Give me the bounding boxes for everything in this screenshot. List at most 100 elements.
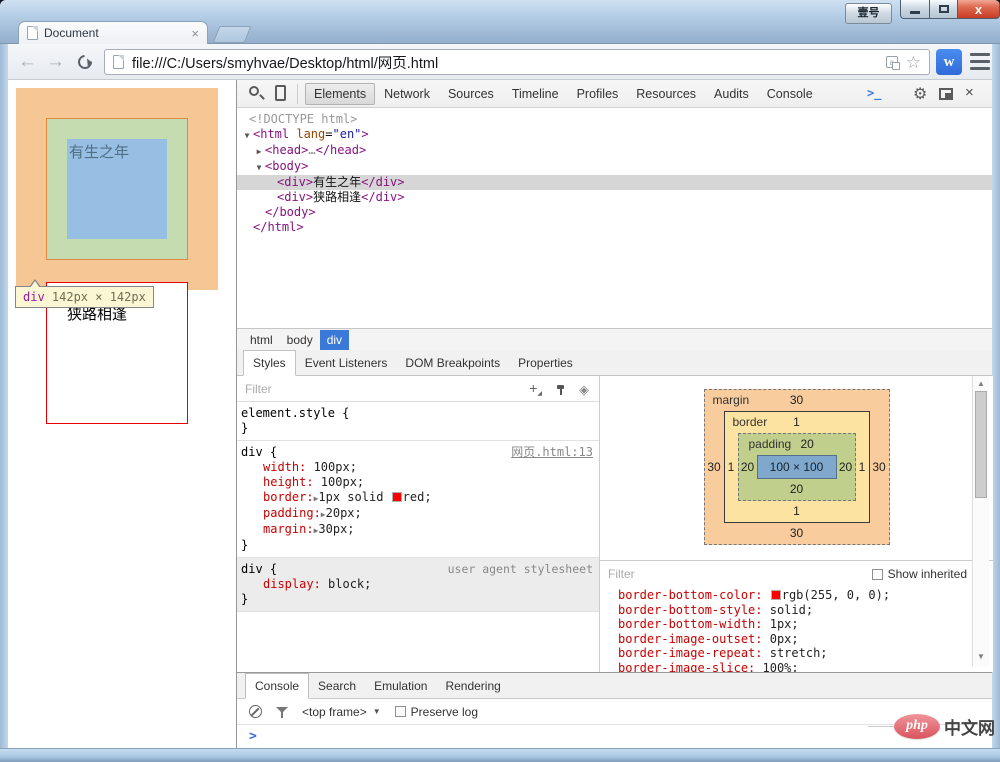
expand-arrow-icon[interactable]: ▼ bbox=[241, 128, 253, 143]
new-tab-button[interactable] bbox=[212, 26, 252, 43]
tab-title: Document bbox=[44, 26, 99, 40]
stylesheet-link[interactable]: 网页.html:13 bbox=[511, 445, 593, 460]
watermark-line bbox=[868, 726, 894, 727]
inspect-padding-highlight: 有生之年 bbox=[46, 118, 188, 260]
back-button[interactable]: ← bbox=[18, 50, 37, 74]
dom-head[interactable]: ▶ <head>…</head> bbox=[237, 143, 992, 159]
expand-arrow-icon[interactable]: ▼ bbox=[253, 160, 265, 175]
computed-prop[interactable]: border-image-slice: 100%; bbox=[618, 661, 993, 673]
address-bar[interactable]: file:///C:/Users/smyhvae/Desktop/html/网页… bbox=[104, 49, 930, 75]
box-model-content[interactable]: 100 × 100 bbox=[756, 455, 837, 479]
frame-selector[interactable]: <top frame> ▼ bbox=[302, 705, 381, 719]
show-inherited-checkbox[interactable] bbox=[871, 568, 883, 580]
preserve-log-checkbox[interactable] bbox=[394, 706, 406, 717]
tab-audits[interactable]: Audits bbox=[705, 83, 758, 105]
box-model-padding[interactable]: padding 20 20 100 × 100 20 20 bbox=[737, 433, 856, 501]
device-mode-icon[interactable] bbox=[275, 85, 286, 101]
reload-button[interactable] bbox=[75, 52, 95, 72]
close-window-button[interactable]: x bbox=[958, 0, 1000, 19]
forward-button[interactable]: → bbox=[46, 50, 65, 74]
css-prop-display[interactable]: display: block; bbox=[241, 577, 593, 592]
drawer-tab-emulation[interactable]: Emulation bbox=[365, 674, 436, 698]
drawer-tab-rendering[interactable]: Rendering bbox=[436, 674, 509, 698]
dom-html-close[interactable]: </html> bbox=[237, 220, 992, 235]
devtools-panel: Elements Network Sources Timeline Profil… bbox=[236, 80, 993, 748]
box-model-margin[interactable]: margin 30 30 border 1 1 padding 20 20 10… bbox=[703, 389, 890, 545]
css-prop-margin[interactable]: margin:▶30px; bbox=[241, 522, 593, 538]
drawer-tab-search[interactable]: Search bbox=[309, 674, 365, 698]
new-style-rule-icon[interactable]: +◢ bbox=[529, 381, 542, 397]
menu-button[interactable] bbox=[970, 53, 990, 70]
dom-div2[interactable]: <div>狭路相逢</div> bbox=[237, 190, 992, 205]
scrollbar-thumb[interactable] bbox=[975, 391, 987, 498]
box-model-border[interactable]: border 1 1 padding 20 20 100 × 100 20 20… bbox=[723, 411, 870, 523]
console-toolbar: <top frame> ▼ Preserve log bbox=[237, 699, 992, 725]
tab-timeline[interactable]: Timeline bbox=[503, 83, 568, 105]
computed-prop[interactable]: border-image-repeat: stretch; bbox=[618, 646, 993, 661]
rule-div-user-agent[interactable]: user agent stylesheet div { display: bloc… bbox=[237, 558, 599, 612]
window-controls: x bbox=[900, 0, 1000, 19]
tab-event-listeners[interactable]: Event Listeners bbox=[296, 351, 397, 375]
profile-button[interactable]: 壹号 bbox=[845, 3, 892, 24]
tab-elements[interactable]: Elements bbox=[305, 83, 376, 105]
inspect-element-icon[interactable] bbox=[249, 86, 259, 96]
tab-profiles[interactable]: Profiles bbox=[568, 83, 628, 105]
filter-funnel-icon[interactable] bbox=[276, 706, 288, 718]
computed-prop[interactable]: border-image-outset: 0px; bbox=[618, 632, 993, 647]
translate-icon[interactable]: a bbox=[885, 56, 900, 70]
dom-html-open[interactable]: ▼ <html lang="en"> bbox=[237, 127, 992, 143]
collapse-arrow-icon[interactable]: ▶ bbox=[253, 144, 265, 159]
preserve-log-label: Preserve log bbox=[410, 704, 479, 719]
tab-close-icon[interactable]: × bbox=[191, 27, 199, 40]
computed-prop[interactable]: border-bottom-color: rgb(255, 0, 0); bbox=[618, 588, 993, 603]
scroll-up-icon[interactable]: ▲ bbox=[973, 379, 989, 388]
computed-prop[interactable]: border-bottom-style: solid; bbox=[618, 603, 993, 618]
settings-gear-icon[interactable]: ⚙ bbox=[913, 84, 927, 104]
computed-properties-list: border-bottom-color: rgb(255, 0, 0); bor… bbox=[600, 586, 993, 672]
computed-prop[interactable]: border-bottom-width: 1px; bbox=[618, 617, 993, 632]
rule-element-style[interactable]: element.style { } bbox=[237, 402, 599, 441]
css-prop-padding[interactable]: padding:▶20px; bbox=[241, 506, 593, 522]
css-prop-height[interactable]: height: 100px; bbox=[241, 475, 593, 490]
extension-w-button[interactable]: w bbox=[936, 49, 962, 75]
tab-dom-breakpoints[interactable]: DOM Breakpoints bbox=[396, 351, 509, 375]
element-state-icon[interactable]: ◈ bbox=[579, 383, 589, 396]
drawer-tab-console[interactable]: Console bbox=[245, 673, 310, 699]
dom-div1-selected[interactable]: <div>有生之年</div> bbox=[237, 175, 992, 190]
dock-icon[interactable] bbox=[939, 88, 953, 100]
tab-resources[interactable]: Resources bbox=[627, 83, 705, 105]
titlebar: Document × 壹号 x bbox=[0, 0, 1000, 44]
inspect-margin-highlight: 有生之年 bbox=[16, 88, 218, 290]
toggle-console-icon[interactable]: >_ bbox=[867, 86, 881, 100]
bookmark-star-icon[interactable]: ☆ bbox=[906, 54, 921, 71]
url-text[interactable]: file:///C:/Users/smyhvae/Desktop/html/网页… bbox=[132, 52, 878, 73]
tab-console[interactable]: Console bbox=[758, 83, 822, 105]
tab-network[interactable]: Network bbox=[375, 83, 439, 105]
devtools-close-icon[interactable]: × bbox=[965, 84, 974, 101]
breadcrumb-body[interactable]: body bbox=[280, 330, 320, 350]
dom-body-open[interactable]: ▼ <body> bbox=[237, 159, 992, 175]
inspect-tooltip: div 142px × 142px bbox=[15, 279, 154, 308]
css-prop-border[interactable]: border:▶1px solid red; bbox=[241, 490, 593, 506]
breadcrumb-div[interactable]: div bbox=[319, 329, 350, 350]
tab-properties[interactable]: Properties bbox=[509, 351, 582, 375]
browser-tab[interactable]: Document × bbox=[18, 21, 208, 44]
maximize-button[interactable] bbox=[930, 0, 958, 19]
css-prop-width[interactable]: width: 100px; bbox=[241, 460, 593, 475]
minimize-button[interactable] bbox=[900, 0, 930, 19]
console-prompt[interactable]: > bbox=[237, 725, 992, 744]
pin-icon[interactable] bbox=[557, 385, 564, 395]
rule-div-authored[interactable]: 网页.html:13 div { width: 100px; height: 10… bbox=[237, 441, 599, 558]
tab-sources[interactable]: Sources bbox=[439, 83, 503, 105]
drawer-tabs: Console Search Emulation Rendering bbox=[237, 673, 992, 699]
dom-doctype[interactable]: <!DOCTYPE html> bbox=[237, 112, 992, 127]
window-border-left bbox=[0, 44, 8, 762]
dom-body-close[interactable]: </body> bbox=[237, 205, 992, 220]
minimize-icon bbox=[910, 11, 920, 14]
scrollbar[interactable]: ▲ ▼ bbox=[972, 376, 989, 666]
scroll-down-icon[interactable]: ▼ bbox=[973, 652, 989, 661]
breadcrumb-html[interactable]: html bbox=[243, 330, 280, 350]
tab-styles[interactable]: Styles bbox=[243, 350, 296, 376]
color-swatch[interactable] bbox=[391, 492, 402, 502]
clear-console-icon[interactable] bbox=[249, 705, 262, 718]
